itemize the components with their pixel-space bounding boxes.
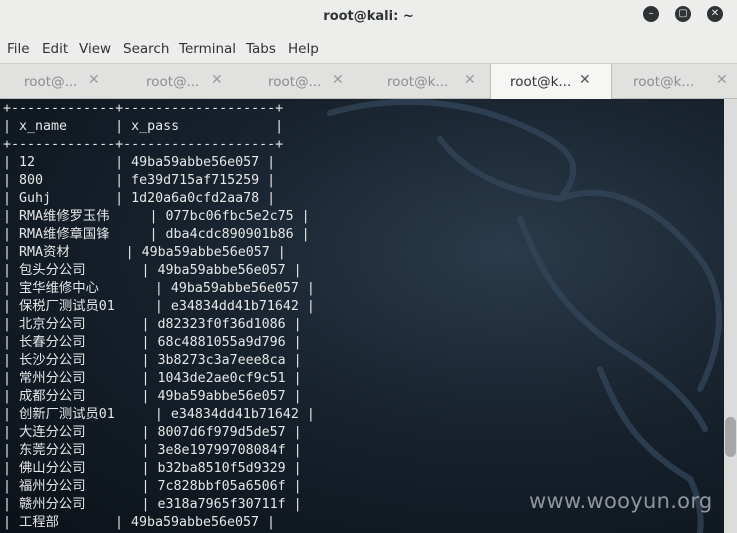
terminal-line: | 大连分公司 | 8007d6f979d5de57 | xyxy=(3,425,302,440)
terminal-line: | 12 | 49ba59abbe56e057 | xyxy=(3,155,276,170)
terminal-line: | 成都分公司 | 49ba59abbe56e057 | xyxy=(3,389,302,404)
tab-label: root@k... xyxy=(633,74,695,90)
menu-edit[interactable]: Edit xyxy=(42,41,68,57)
scrollbar-thumb[interactable] xyxy=(725,417,736,457)
terminal-line: | 保税厂测试员01 | e34834dd41b71642 | xyxy=(3,299,315,314)
terminal-line: | Guhj | 1d20a6a0cfd2aa78 | xyxy=(3,191,276,206)
menu-view[interactable]: View xyxy=(79,41,111,57)
terminal-line: | 长沙分公司 | 3b8273c3a7eee8ca | xyxy=(3,353,302,368)
watermark-text: www.wooyun.org xyxy=(529,489,713,513)
menu-search[interactable]: Search xyxy=(123,41,169,57)
tab-close-icon[interactable]: ✕ xyxy=(211,72,223,88)
terminal-line: | 北京分公司 | d82323f0f36d1086 | xyxy=(3,317,302,332)
terminal-output: +-------------+-------------------+ | x_n… xyxy=(3,100,315,532)
terminal-line: | 福州分公司 | 7c828bbf05a6506f | xyxy=(3,479,302,494)
close-icon[interactable]: ✕ xyxy=(707,6,723,22)
terminal-line: | 包头分公司 | 49ba59abbe56e057 | xyxy=(3,263,302,278)
tab-label: root@k... xyxy=(510,74,572,90)
title-bar: root@kali: ~ – ▢ ✕ xyxy=(0,0,737,34)
menu-tabs[interactable]: Tabs xyxy=(246,41,276,57)
tab-4[interactable]: root@k... ✕ xyxy=(364,64,490,99)
terminal-area[interactable]: +-------------+-------------------+ | x_n… xyxy=(0,99,724,533)
terminal-line: | 长春分公司 | 68c4881055a9d796 | xyxy=(3,335,302,350)
terminal-line: | 工程部 | 49ba59abbe56e057 | xyxy=(3,515,276,530)
menu-help[interactable]: Help xyxy=(288,41,319,57)
tab-close-icon[interactable]: ✕ xyxy=(716,72,728,88)
terminal-line: | RMA资材 | 49ba59abbe56e057 | xyxy=(3,245,286,260)
terminal-line: | 宝华维修中心 | 49ba59abbe56e057 | xyxy=(3,281,315,296)
terminal-line: | 佛山分公司 | b32ba8510f5d9329 | xyxy=(3,461,302,476)
tab-close-icon[interactable]: ✕ xyxy=(332,72,344,88)
tab-label: root@... xyxy=(268,74,322,90)
terminal-line: | 创新厂测试员01 | e34834dd41b71642 | xyxy=(3,407,315,422)
terminal-line: | x_name | x_pass | xyxy=(3,119,284,134)
terminal-line: | RMA维修罗玉伟 | 077bc06fbc5e2c75 | xyxy=(3,209,310,224)
tab-close-icon[interactable]: ✕ xyxy=(579,72,591,88)
tab-label: root@... xyxy=(24,74,78,90)
tab-5-active[interactable]: root@k... ✕ xyxy=(490,64,612,99)
terminal-line: +-------------+-------------------+ xyxy=(3,137,284,152)
menu-terminal[interactable]: Terminal xyxy=(179,41,236,57)
terminal-line: +-------------+-------------------+ xyxy=(3,101,284,116)
tab-bar: root@... ✕ root@... ✕ root@... ✕ root@k.… xyxy=(0,63,737,99)
window-title: root@kali: ~ xyxy=(323,9,414,24)
terminal-line: | 赣州分公司 | e318a7965f30711f | xyxy=(3,497,302,512)
tab-3[interactable]: root@... ✕ xyxy=(244,64,364,99)
menu-file[interactable]: File xyxy=(7,41,30,57)
terminal-line: | RMA维修章国锋 | dba4cdc890901b86 | xyxy=(3,227,310,242)
tab-label: root@k... xyxy=(387,74,449,90)
terminal-line: | 东莞分公司 | 3e8e19799708084f | xyxy=(3,443,302,458)
terminal-line: | 常州分公司 | 1043de2ae0cf9c51 | xyxy=(3,371,302,386)
scrollbar-track[interactable] xyxy=(724,99,737,533)
tab-2[interactable]: root@... ✕ xyxy=(122,64,244,99)
maximize-icon[interactable]: ▢ xyxy=(675,6,691,22)
menu-bar: File Edit View Search Terminal Tabs Help xyxy=(0,34,737,63)
tab-1[interactable]: root@... ✕ xyxy=(0,64,122,99)
minimize-icon[interactable]: – xyxy=(643,6,659,22)
terminal-line: | 800 | fe39d715af715259 | xyxy=(3,173,276,188)
tab-label: root@... xyxy=(146,74,200,90)
tab-6[interactable]: root@k... ✕ xyxy=(612,64,737,99)
tab-close-icon[interactable]: ✕ xyxy=(464,72,476,88)
tab-close-icon[interactable]: ✕ xyxy=(88,72,100,88)
